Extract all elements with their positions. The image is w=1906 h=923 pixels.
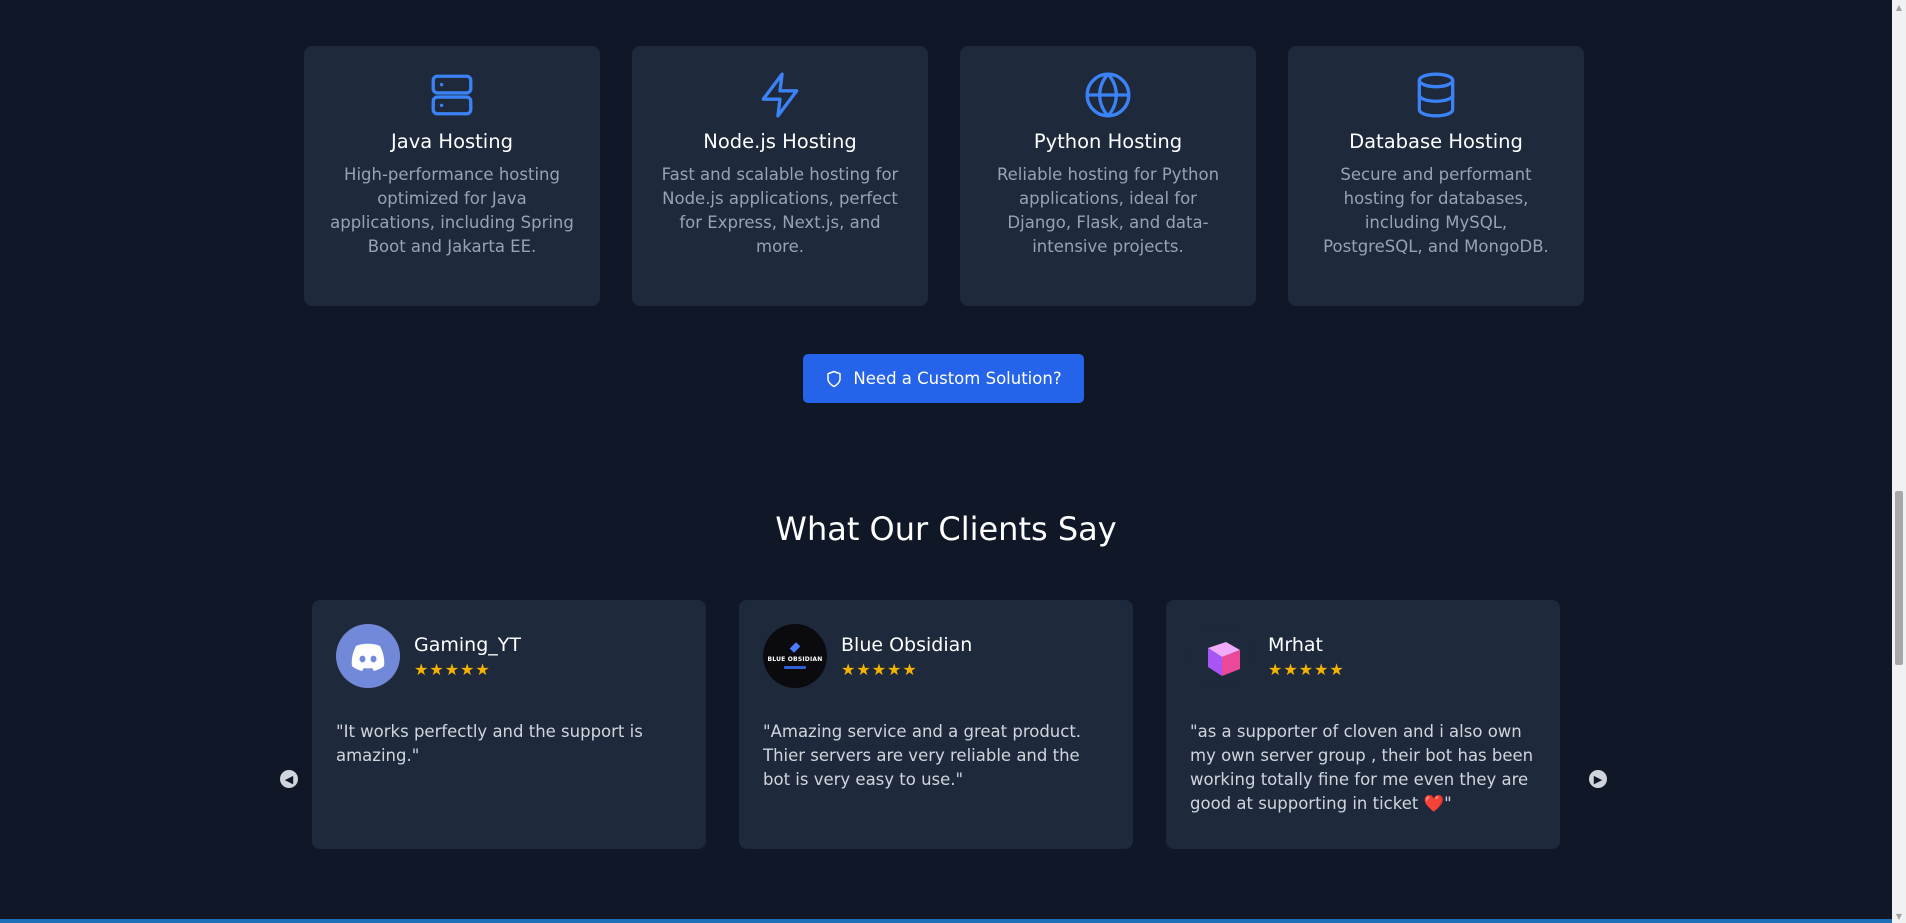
shield-icon (827, 370, 842, 387)
cube-avatar (1190, 624, 1254, 688)
service-description: Fast and scalable hosting for Node.js ap… (661, 165, 899, 256)
custom-solution-label: Need a Custom Solution? (853, 369, 1062, 388)
scroll-down-arrow-icon[interactable]: ▼ (1892, 909, 1906, 923)
arrow-left-circle-icon[interactable]: ◀ (280, 770, 298, 788)
star-rating: ★★★★★ (414, 659, 491, 679)
star-rating: ★★★★★ (1268, 659, 1345, 679)
star-rating: ★★★★★ (841, 659, 918, 679)
scrollbar-thumb[interactable] (1895, 491, 1903, 665)
testimonial-header: Mrhat ★★★★★ (1190, 624, 1536, 688)
vertical-scrollbar[interactable]: ▲ ▼ (1892, 0, 1906, 923)
testimonial-name: Blue Obsidian (841, 633, 973, 656)
discord-avatar (336, 624, 400, 688)
testimonial-author: Mrhat ★★★★★ (1268, 634, 1345, 679)
service-title: Java Hosting (391, 130, 513, 153)
avatar-logo-bar (784, 666, 806, 669)
globe-icon (1085, 72, 1131, 118)
service-description: Reliable hosting for Python applications… (996, 165, 1220, 256)
testimonial-author: Gaming_YT ★★★★★ (414, 634, 521, 679)
testimonial-author: Blue Obsidian ★★★★★ (841, 634, 972, 679)
service-card-database: Database Hosting Secure and performant h… (1288, 46, 1584, 306)
arrow-right-circle-icon[interactable]: ▶ (1589, 770, 1607, 788)
custom-solution-button[interactable]: Need a Custom Solution? (803, 354, 1084, 403)
services-grid: Java Hosting High-performance hosting op… (304, 46, 1584, 306)
testimonial-header: BLUE OBSIDIAN Blue Obsidian ★★★★★ (763, 624, 1109, 688)
discord-logo-icon (351, 643, 385, 671)
page: Java Hosting High-performance hosting op… (0, 0, 1892, 923)
service-card-java: Java Hosting High-performance hosting op… (304, 46, 600, 306)
diamond-icon (789, 642, 801, 653)
testimonial-header: Gaming_YT ★★★★★ (336, 624, 682, 688)
scroll-up-arrow-icon[interactable]: ▲ (1892, 0, 1906, 14)
testimonials-carousel: Gaming_YT ★★★★★ "It works perfectly and … (312, 600, 1560, 849)
service-description: Secure and performant hosting for databa… (1323, 165, 1549, 256)
testimonial-name: Gaming_YT (414, 633, 521, 656)
server-icon (431, 74, 473, 116)
database-icon (1417, 72, 1455, 118)
testimonial-text: "Amazing service and a great product. Th… (763, 722, 1082, 789)
testimonial-text: "It works perfectly and the support is a… (336, 722, 643, 765)
testimonials-title: What Our Clients Say (775, 510, 1117, 548)
service-title: Node.js Hosting (703, 130, 857, 153)
testimonial-card: Gaming_YT ★★★★★ "It works perfectly and … (312, 600, 706, 849)
service-card-python: Python Hosting Reliable hosting for Pyth… (960, 46, 1256, 306)
service-title: Python Hosting (1033, 130, 1183, 153)
lightning-icon (761, 72, 799, 118)
blue-obsidian-avatar: BLUE OBSIDIAN (763, 624, 827, 688)
service-description: High-performance hosting optimized for J… (330, 165, 574, 256)
bottom-accent-bar (0, 919, 1892, 923)
testimonial-card: BLUE OBSIDIAN Blue Obsidian ★★★★★ "Amazi… (739, 600, 1133, 849)
avatar-logo-text: BLUE OBSIDIAN (767, 656, 823, 663)
service-title: Database Hosting (1349, 130, 1523, 153)
testimonial-name: Mrhat (1268, 633, 1324, 656)
testimonial-text: "as a supporter of cloven and i also own… (1190, 722, 1534, 813)
service-card-nodejs: Node.js Hosting Fast and scalable hostin… (632, 46, 928, 306)
testimonial-card: Mrhat ★★★★★ "as a supporter of cloven an… (1166, 600, 1560, 849)
cube-icon (1208, 642, 1240, 676)
